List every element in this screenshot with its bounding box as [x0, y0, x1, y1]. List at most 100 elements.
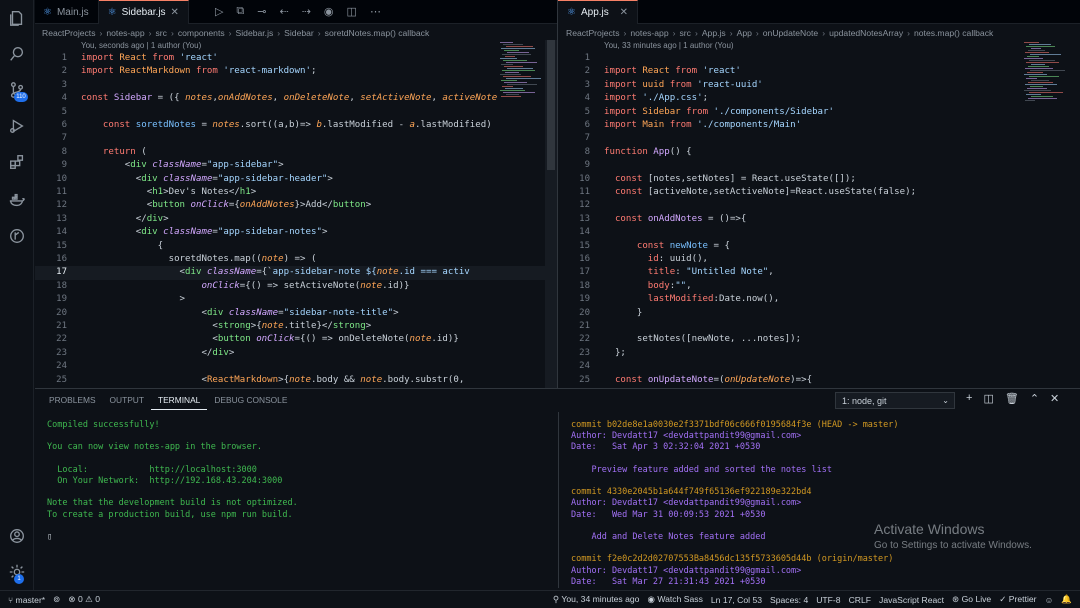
breadcrumb-item[interactable]: src — [679, 28, 690, 38]
line-number: 14 — [579, 227, 590, 238]
next-change-icon[interactable]: ⇢ — [302, 5, 311, 18]
code-text: const [activeNote,setActiveNote]=React.u… — [604, 186, 916, 199]
split-terminal-icon[interactable]: ◫ — [983, 392, 993, 405]
close-panel-icon[interactable]: ✕ — [1050, 392, 1059, 405]
accounts-icon[interactable] — [7, 526, 27, 546]
minimap-line — [1029, 92, 1063, 93]
blame-status[interactable]: ⚲ You, 34 minutes ago — [549, 594, 644, 605]
split-editor-icon[interactable]: ◫ — [347, 5, 357, 18]
encoding[interactable]: UTF-8 — [812, 595, 844, 605]
breadcrumb-item[interactable]: notes.map() callback — [914, 28, 993, 38]
breadcrumb-item[interactable]: Sidebar — [284, 28, 314, 38]
tab-problems[interactable]: PROBLEMS — [42, 390, 103, 410]
gitlens-icon[interactable] — [7, 226, 27, 246]
breadcrumb-item[interactable]: App.js — [702, 28, 726, 38]
language-mode[interactable]: JavaScript React — [875, 595, 948, 605]
line-ending[interactable]: CRLF — [845, 595, 875, 605]
right-minimap[interactable] — [1024, 42, 1068, 102]
search-icon[interactable] — [7, 44, 27, 64]
panel-actions: + ◫ 🗑 ⌃ ✕ — [966, 392, 1059, 405]
code-token: const — [604, 213, 648, 224]
more-actions-icon[interactable]: ⋯ — [370, 5, 381, 18]
right-code-editor[interactable]: You, 33 minutes ago | 1 author (You) 12i… — [558, 40, 1080, 388]
code-token: from — [669, 79, 698, 90]
tab-debug-console[interactable]: DEBUG CONSOLE — [207, 390, 294, 410]
code-token: import — [604, 120, 643, 130]
run-debug-icon[interactable] — [7, 116, 27, 136]
code-text: setNotes([newNote, ...notes]); — [604, 333, 801, 346]
code-line: 22 <button onClick={() => onDeleteNote(n… — [35, 333, 557, 346]
left-minimap[interactable] — [500, 42, 544, 102]
breadcrumb-item[interactable]: Sidebar.js — [236, 28, 274, 38]
code-token: ReactMarkdown — [206, 374, 279, 385]
minimap-line — [1027, 72, 1043, 73]
code-line: 12 — [558, 199, 1080, 212]
activate-windows-subtitle: Go to Settings to activate Windows. — [874, 540, 1032, 551]
problems-indicator[interactable]: ⊗ 0 ⚠ 0 — [64, 594, 104, 605]
run-icon[interactable]: ▷ — [215, 5, 223, 18]
breadcrumb-separator-icon: › — [755, 27, 759, 38]
breadcrumb-item[interactable]: soretdNotes.map() callback — [325, 28, 430, 38]
sync-icon[interactable]: ⊚ — [49, 594, 64, 605]
maximize-panel-icon[interactable]: ⌃ — [1030, 392, 1039, 405]
code-token: className — [163, 173, 213, 184]
tab-output[interactable]: OUTPUT — [103, 390, 151, 410]
code-line: 1 import React from 'react' — [35, 52, 557, 65]
tab-terminal[interactable]: TERMINAL — [150, 390, 208, 410]
kill-terminal-icon[interactable]: 🗑 — [1005, 392, 1019, 405]
compare-icon[interactable]: ⧉ — [236, 5, 244, 18]
prettier-status[interactable]: ✓ Prettier — [995, 594, 1040, 605]
new-terminal-icon[interactable]: + — [966, 392, 972, 405]
breadcrumb-item[interactable]: notes-app — [630, 28, 668, 38]
breadcrumb-separator-icon: › — [623, 27, 627, 38]
code-token: > — [278, 160, 284, 171]
feedback-icon[interactable]: ☺ — [1041, 595, 1058, 605]
left-terminal[interactable]: Compiled successfully! You can now view n… — [35, 412, 547, 588]
codelens-blame: You, seconds ago | 1 author (You) — [81, 41, 202, 50]
terminal-line: commit 4330e2045b1a644f749f65136ef922189… — [571, 487, 812, 498]
breadcrumb-item[interactable]: onUpdateNote — [763, 28, 818, 38]
line-number: 19 — [579, 294, 590, 305]
left-code-editor[interactable]: You, seconds ago | 1 author (You) 1 impor… — [35, 40, 557, 388]
terminal-select[interactable]: 1: node, git ⌄ — [835, 392, 955, 409]
breadcrumb-item[interactable]: ReactProjects — [42, 28, 96, 38]
cursor-position[interactable]: Ln 17, Col 53 — [707, 595, 766, 605]
code-token: onAddNotes — [239, 200, 295, 211]
breadcrumb-item[interactable]: ReactProjects — [566, 28, 620, 38]
explorer-icon[interactable] — [7, 8, 27, 28]
code-token: onUpdateNote — [724, 374, 791, 385]
line-number: 25 — [579, 374, 590, 385]
toggle-blame-icon[interactable]: ◉ — [324, 5, 334, 18]
tab-sidebar-js[interactable]: ⚛ Sidebar.js ✕ — [98, 0, 189, 24]
code-token: < — [81, 160, 131, 171]
indentation[interactable]: Spaces: 4 — [766, 595, 812, 605]
watch-sass[interactable]: ◉ Watch Sass — [643, 594, 706, 605]
close-tab-icon[interactable]: ✕ — [620, 7, 628, 18]
terminal-line: Add and Delete Notes feature added — [571, 532, 766, 542]
code-token: onClick — [81, 280, 240, 291]
code-token: =( — [713, 374, 725, 385]
docker-icon[interactable] — [7, 190, 27, 210]
tab-main-js[interactable]: ⚛ Main.js — [35, 0, 99, 24]
line-number: 13 — [56, 213, 67, 224]
breadcrumb-item[interactable]: notes-app — [106, 28, 144, 38]
branch-indicator[interactable]: ⑂ master* — [0, 595, 49, 605]
breadcrumb-item[interactable]: updatedNotesArray — [829, 28, 903, 38]
tab-app-js[interactable]: ⚛ App.js ✕ — [558, 0, 638, 24]
breadcrumb-item[interactable]: components — [178, 28, 225, 38]
notifications-icon[interactable]: 🔔 — [1057, 594, 1080, 605]
extensions-icon[interactable] — [7, 152, 27, 172]
breadcrumb-item[interactable]: App — [737, 28, 752, 38]
prev-change-icon[interactable]: ⇠ — [279, 5, 288, 18]
code-token: "" — [675, 280, 687, 291]
code-token: , — [686, 280, 692, 291]
git-commit-icon[interactable]: ⊸ — [257, 5, 266, 18]
left-scrollbar[interactable] — [545, 40, 557, 388]
go-live[interactable]: ⊛ Go Live — [948, 594, 995, 605]
right-terminal[interactable]: commit b02de8e1a0030e2f3371bdf06c666f019… — [559, 412, 1080, 588]
line-number: 15 — [579, 240, 590, 251]
code-text: } — [604, 307, 642, 320]
breadcrumb-item[interactable]: src — [155, 28, 166, 38]
code-token: import — [604, 79, 643, 90]
close-tab-icon[interactable]: ✕ — [171, 7, 179, 18]
